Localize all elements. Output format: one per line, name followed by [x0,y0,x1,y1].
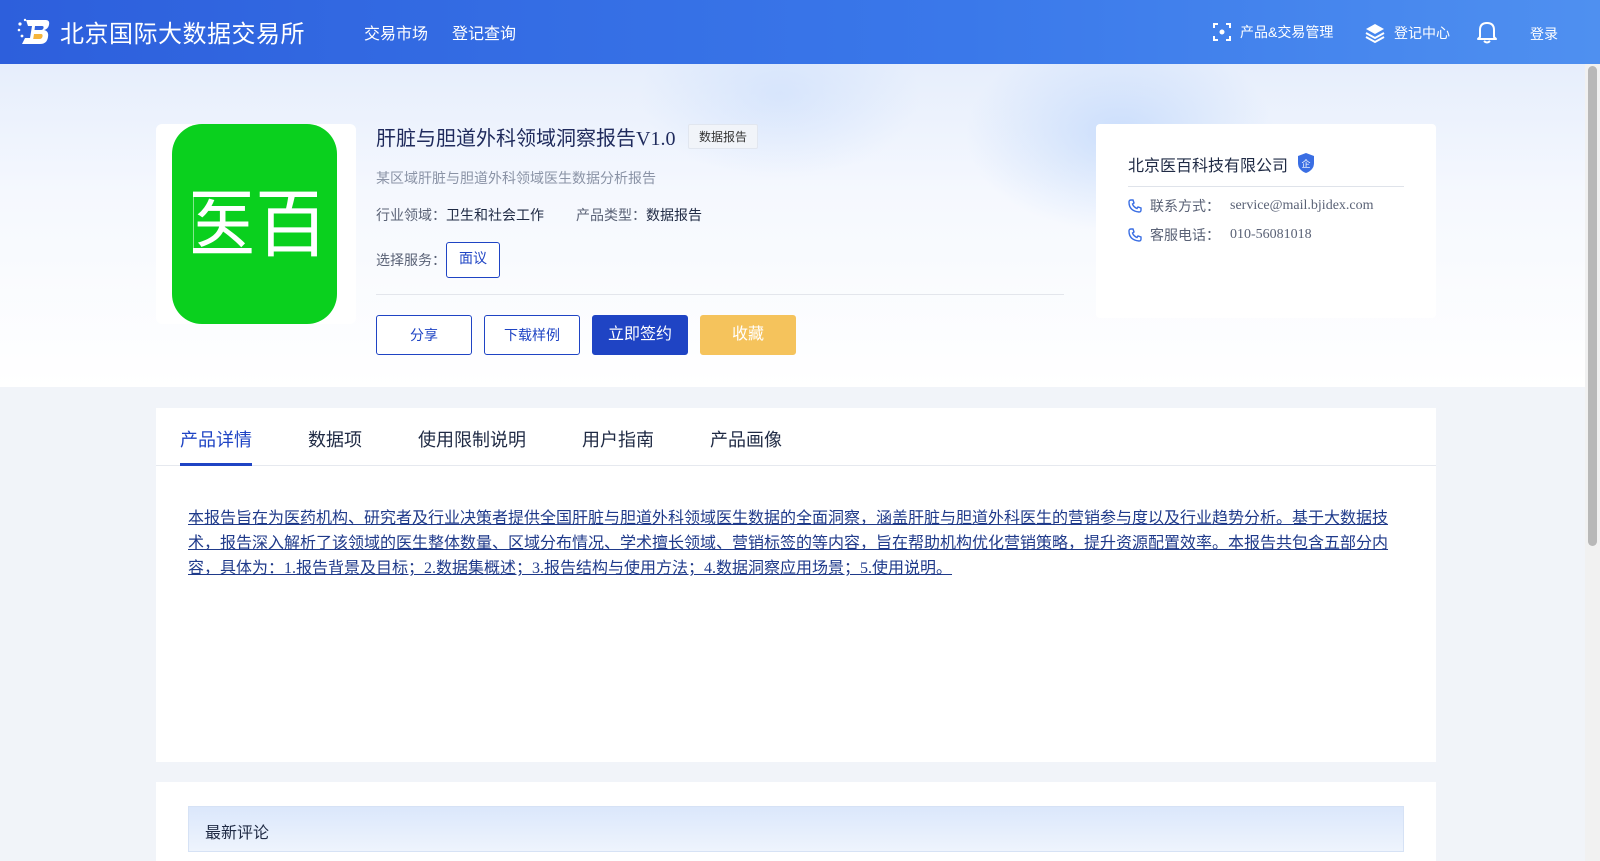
comments-title: 最新评论 [205,825,270,842]
industry-value: 卫生和社会工作 [446,209,544,224]
nav-trading-market[interactable]: 交易市场 [364,20,428,44]
product-category-badge: 数据报告 [688,124,759,149]
scrollbar-thumb[interactable] [1588,66,1597,546]
industry-field: 行业领域：卫生和社会工作 [376,205,544,225]
tab-user-guide[interactable]: 用户指南 [582,426,654,452]
company-name[interactable]: 北京医百科技有限公司 [1128,152,1288,176]
product-image-frame: 医百 [156,124,356,324]
site-title[interactable]: 北京国际大数据交易所 [60,14,305,49]
registration-center-label: 登记中心 [1394,25,1450,41]
bjidex-logo-icon[interactable] [16,14,52,50]
product-description: 某区域肝脏与胆道外科领域医生数据分析报告 [376,172,656,187]
tab-usage-restrictions[interactable]: 使用限制说明 [418,426,526,452]
service-label: 选择服务： [376,254,446,269]
product-logo: 医百 [172,124,337,324]
phone-icon [1128,228,1142,242]
contact-email[interactable]: service@mail.bjidex.com [1230,198,1374,214]
scan-focus-icon [1213,23,1231,41]
product-trade-mgmt-label: 产品&交易管理 [1240,24,1334,40]
comments-header: 最新评论 [188,806,1404,852]
product-trade-mgmt-link[interactable]: 产品&交易管理 [1212,22,1333,42]
product-detail-panel: 产品详情 数据项 使用限制说明 用户指南 产品画像 本报告旨在为医药机构、研究者… [156,408,1436,762]
product-hero: 医百 肝脏与胆道外科领域洞察报告V1.0 数据报告 某区域肝脏与胆道外科领域医生… [0,64,1585,387]
phone-row: 客服电话： 010-56081018 [1128,225,1312,245]
tab-product-details[interactable]: 产品详情 [180,426,252,452]
registration-center-link[interactable]: 登记中心 [1364,22,1450,44]
tab-data-items[interactable]: 数据项 [308,426,362,452]
svg-text:医百: 医百 [193,184,317,264]
sign-now-button[interactable]: 立即签约 [592,315,688,355]
active-tab-indicator [180,463,252,466]
phone-label: 客服电话： [1150,229,1220,244]
login-link[interactable]: 登录 [1530,24,1558,44]
enterprise-verified-shield-icon: 企 [1298,153,1314,173]
industry-label: 行业领域： [376,209,446,224]
page-scrollbar[interactable] [1585,64,1600,861]
product-type-field: 产品类型：数据报告 [576,205,702,225]
download-sample-button[interactable]: 下载样例 [484,315,580,355]
company-card: 北京医百科技有限公司 企 联系方式： service@mail.bjidex.c… [1096,124,1436,318]
phone-icon [1128,199,1142,213]
phone-number: 010-56081018 [1230,227,1312,242]
contact-label: 联系方式： [1150,200,1220,215]
notification-button[interactable] [1476,20,1498,44]
divider [1128,186,1404,187]
product-detail-text[interactable]: 本报告旨在为医药机构、研究者及行业决策者提供全国肝脏与胆道外科领域医生数据的全面… [188,506,1392,581]
contact-row: 联系方式： service@mail.bjidex.com [1128,196,1374,216]
product-title: 肝脏与胆道外科领域洞察报告V1.0 [376,128,676,150]
tab-product-profile[interactable]: 产品画像 [710,426,782,452]
layers-icon [1365,24,1385,44]
product-type-value: 数据报告 [646,209,702,224]
service-option-negotiable[interactable]: 面议 [446,242,500,278]
comments-section: 最新评论 [156,782,1436,861]
bell-icon [1477,22,1497,44]
nav-registration-query[interactable]: 登记查询 [452,20,516,44]
detail-tabs: 产品详情 数据项 使用限制说明 用户指南 产品画像 [156,408,1436,466]
share-button[interactable]: 分享 [376,315,472,355]
svg-text:企: 企 [1301,158,1310,170]
product-type-label: 产品类型： [576,209,646,224]
top-header: 北京国际大数据交易所 交易市场 登记查询 产品&交易管理 登记中心 登录 [0,0,1600,64]
main-nav: 交易市场 登记查询 [364,20,516,44]
divider [376,294,1064,295]
yibai-logo-text: 医百 [193,184,317,264]
favorite-button[interactable]: 收藏 [700,315,796,355]
